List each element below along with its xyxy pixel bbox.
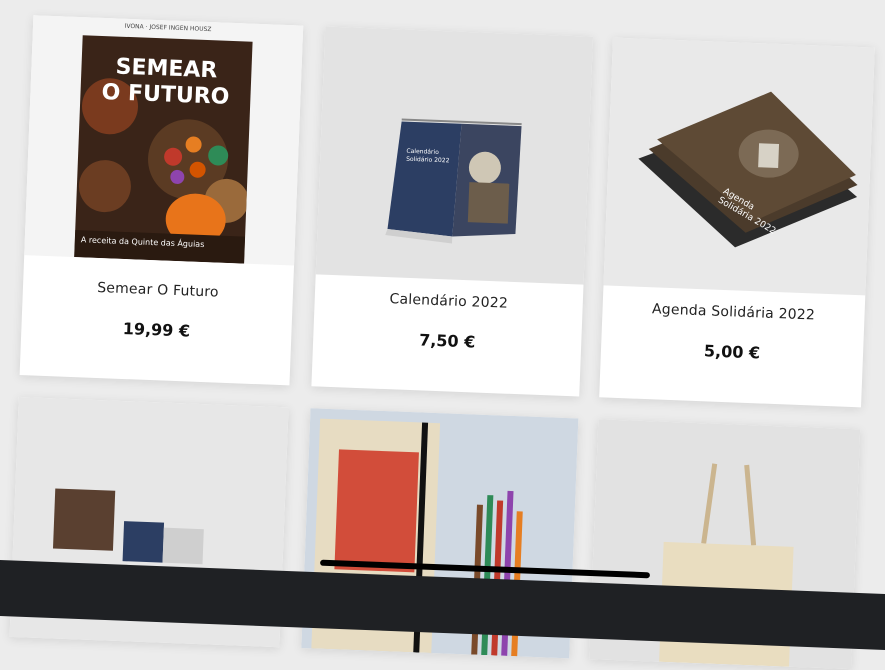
- product-image[interactable]: Agenda Solidária 2022: [603, 37, 875, 296]
- product-price: 7,50 €: [418, 330, 476, 352]
- product-card[interactable]: Calendário Solidário 2022 Calendário 202…: [311, 26, 594, 397]
- agenda-stack-icon: [638, 91, 858, 248]
- product-name[interactable]: Semear O Futuro: [23, 277, 293, 303]
- product-card[interactable]: Agenda Solidária 2022 Agenda Solidária 2…: [599, 37, 875, 408]
- book-cover-icon: IVONA · JOSEF INGEN HOUSZ SEMEAR O FUTUR…: [74, 23, 253, 264]
- product-name[interactable]: Calendário 2022: [315, 288, 583, 314]
- product-name[interactable]: Agenda Solidária 2022: [602, 299, 864, 325]
- calendar-cover-title: Calendário Solidário 2022: [406, 147, 450, 165]
- desk-calendar-icon: [385, 118, 522, 244]
- product-grid: IVONA · JOSEF INGEN HOUSZ SEMEAR O FUTUR…: [0, 0, 884, 670]
- product-image[interactable]: Calendário Solidário 2022: [315, 26, 594, 285]
- product-price: 5,00 €: [703, 341, 761, 363]
- product-card[interactable]: IVONA · JOSEF INGEN HOUSZ SEMEAR O FUTUR…: [19, 15, 304, 386]
- product-image[interactable]: IVONA · JOSEF INGEN HOUSZ SEMEAR O FUTUR…: [24, 15, 304, 266]
- product-price: 19,99 €: [122, 318, 191, 341]
- cover-author: IVONA · JOSEF INGEN HOUSZ: [124, 22, 212, 34]
